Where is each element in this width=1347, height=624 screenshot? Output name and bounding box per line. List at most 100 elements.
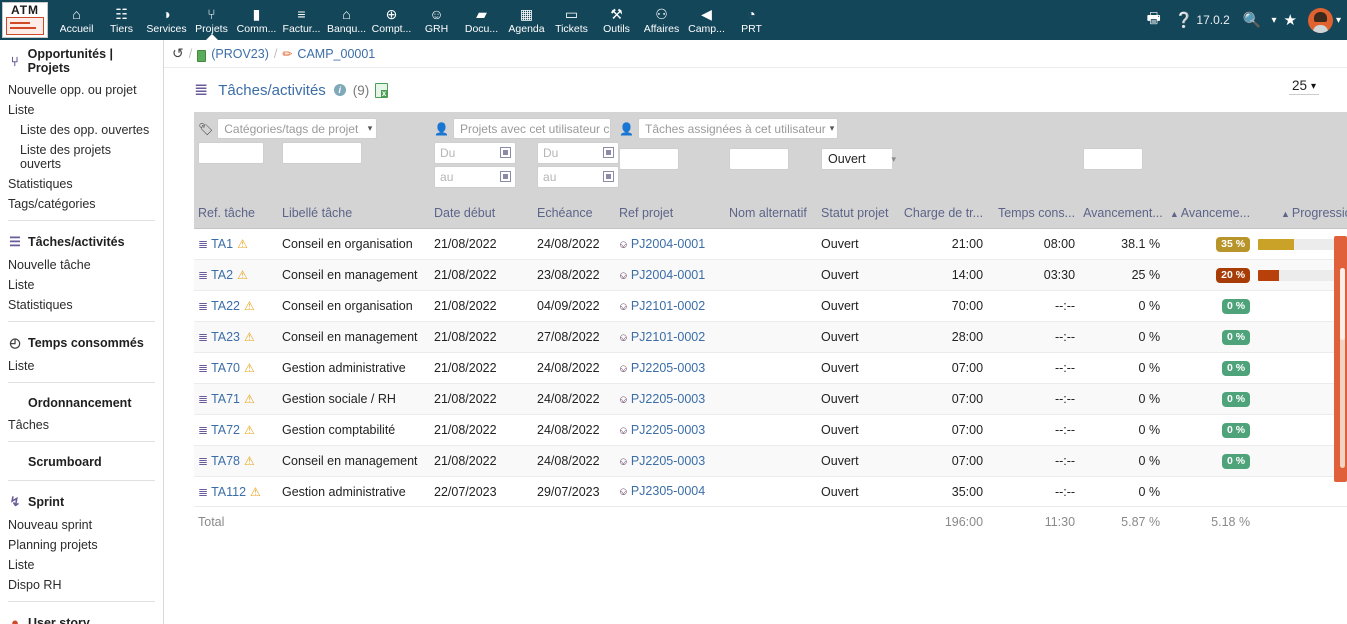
sidebar-section-sprint[interactable]: ↯ Sprint (0, 487, 163, 515)
tasks-table-container[interactable]: 🏷 Catégories/tags de projet ▾ 👤 Projets avec… (194, 112, 1347, 624)
column-header-statut[interactable]: Statut projet (817, 198, 893, 229)
filter-projects-user-select[interactable]: Projets avec cet utilisateur com...▾ (452, 118, 612, 139)
calendar-picker-icon[interactable] (603, 147, 615, 158)
sidebar-item-liste[interactable]: Liste (0, 356, 163, 376)
sidebar-section-tchesactivits[interactable]: ☰ Tâches/activités (0, 227, 163, 255)
column-header-charge[interactable]: Charge de tr... (892, 198, 988, 229)
project-ref-link[interactable]: PJ2101-0002 (631, 299, 705, 313)
task-ref-link[interactable]: TA1 (211, 237, 233, 251)
table-row[interactable]: ≣ TA1 ⚠ Conseil en organisation 21/08/2022 24… (194, 228, 1347, 260)
breadcrumb-item-prov[interactable]: (PROV23) (211, 47, 269, 61)
table-row[interactable]: ≣ TA72 ⚠ Gestion comptabilité 21/08/2022 24/0… (194, 414, 1347, 446)
filter-nom-alt-input[interactable] (729, 148, 790, 170)
project-ref-link[interactable]: PJ2101-0002 (631, 330, 705, 344)
column-header-nom_alt[interactable]: Nom alternatif (725, 198, 818, 229)
sidebar-item-liste[interactable]: Liste (0, 275, 163, 295)
nav-item-tiers[interactable]: ☷ Tiers (99, 0, 144, 40)
vertical-scrollbar[interactable] (1334, 236, 1347, 482)
column-header-progression[interactable]: ▲Progressio... (1254, 198, 1347, 229)
project-ref-link[interactable]: PJ2305-0004 (631, 484, 705, 498)
app-logo[interactable]: ATM (2, 2, 48, 38)
sidebar-item-liste[interactable]: Liste (0, 100, 163, 120)
history-icon[interactable]: ↺ (172, 45, 184, 62)
nav-item-agenda[interactable]: ▦ Agenda (504, 0, 549, 40)
task-ref-link[interactable]: TA112 (211, 485, 246, 499)
task-ref-link[interactable]: TA70 (211, 361, 240, 375)
column-header-temps[interactable]: Temps cons... (987, 198, 1080, 229)
task-ref-link[interactable]: TA71 (211, 392, 240, 406)
sidebar-section-userstory[interactable]: ● User story (0, 608, 163, 624)
warning-triangle-icon[interactable]: ⚠ (244, 330, 255, 344)
filter-date-debut-to[interactable]: au (434, 166, 517, 188)
warning-triangle-icon[interactable]: ⚠ (244, 423, 255, 437)
sidebar-item-statistiques[interactable]: Statistiques (0, 174, 163, 194)
filter-tasks-assigned-select[interactable]: Tâches assignées à cet utilisateur ▾ (637, 118, 838, 139)
sidebar-section-tempsconsomms[interactable]: ◴ Temps consommés (0, 328, 163, 356)
sidebar-section-ordonnancement[interactable]: Ordonnancement (0, 389, 163, 415)
column-header-libelle[interactable]: Libellé tâche (278, 198, 431, 229)
sidebar-item-nouvelleoppouprojet[interactable]: Nouvelle opp. ou projet (0, 80, 163, 100)
nav-item-prt[interactable]: ◔ PRT (729, 0, 774, 40)
warning-triangle-icon[interactable]: ⚠ (244, 299, 255, 313)
sidebar-item-liste[interactable]: Liste (0, 555, 163, 575)
task-ref-link[interactable]: TA23 (211, 330, 240, 344)
star-icon[interactable]: ★ (1277, 11, 1304, 29)
sidebar-section-opportunitsprojets[interactable]: ⑂ Opportunités | Projets (0, 40, 163, 80)
sidebar-item-nouveausprint[interactable]: Nouveau sprint (0, 515, 163, 535)
filter-libelle-input[interactable] (282, 142, 362, 164)
user-chevron-down-icon[interactable]: ▾ (1333, 15, 1341, 26)
calendar-picker-icon[interactable] (603, 171, 615, 182)
warning-triangle-icon[interactable]: ⚠ (244, 392, 255, 406)
page-size-select[interactable]: 25 ▾ (1288, 77, 1319, 95)
search-chevron-down-icon[interactable]: ▾ (1268, 15, 1276, 26)
breadcrumb-item-camp[interactable]: CAMP_00001 (297, 47, 375, 61)
filter-ref-projet-input[interactable] (619, 148, 680, 170)
sidebar-section-scrumboard[interactable]: Scrumboard (0, 448, 163, 474)
column-header-avancement2[interactable]: ▲ Avanceme... (1164, 198, 1255, 229)
avatar[interactable] (1307, 7, 1333, 33)
search-icon[interactable]: 🔍 (1236, 11, 1269, 29)
filter-date-debut-from[interactable]: Du (434, 142, 517, 164)
sidebar-item-planningprojets[interactable]: Planning projets (0, 535, 163, 555)
scrollbar-thumb[interactable] (1340, 268, 1345, 340)
column-header-echeance[interactable]: Echéance (533, 198, 616, 229)
warning-triangle-icon[interactable]: ⚠ (244, 361, 255, 375)
table-row[interactable]: ≣ TA23 ⚠ Conseil en management 21/08/2022 27/… (194, 321, 1347, 353)
project-ref-link[interactable]: PJ2205-0003 (631, 361, 705, 375)
table-row[interactable]: ≣ TA78 ⚠ Conseil en management 21/08/2022 24/… (194, 445, 1347, 477)
calendar-picker-icon[interactable] (500, 171, 512, 182)
nav-item-projets[interactable]: ⑂ Projets (189, 0, 234, 40)
nav-item-grh[interactable]: ☺ GRH (414, 0, 459, 40)
filter-categories-select[interactable]: Catégories/tags de projet ▾ (217, 118, 378, 139)
nav-item-compt[interactable]: ⊕ Compt... (369, 0, 414, 40)
sidebar-item-tches[interactable]: Tâches (0, 415, 163, 435)
printer-icon[interactable]: 🖶 (1140, 8, 1168, 33)
column-header-ref[interactable]: Ref. tâche (194, 198, 278, 229)
warning-triangle-icon[interactable]: ⚠ (244, 454, 255, 468)
filter-ref-input[interactable] (198, 142, 264, 164)
task-ref-link[interactable]: TA72 (211, 423, 240, 437)
sidebar-item-statistiques[interactable]: Statistiques (0, 295, 163, 315)
table-row[interactable]: ≣ TA2 ⚠ Conseil en management 21/08/2022 23/0… (194, 259, 1347, 291)
nav-item-factur[interactable]: ≡ Factur... (279, 0, 324, 40)
sidebar-item-disporh[interactable]: Dispo RH (0, 575, 163, 595)
nav-item-camp[interactable]: ◀ Camp... (684, 0, 729, 40)
warning-triangle-icon[interactable]: ⚠ (237, 237, 248, 251)
filter-echeance-from[interactable]: Du (537, 142, 620, 164)
excel-export-icon[interactable] (375, 82, 389, 98)
nav-item-accueil[interactable]: ⌂ Accueil (54, 0, 99, 40)
column-header-avancement[interactable]: Avancement... (1079, 198, 1165, 229)
column-header-ref_projet[interactable]: Ref projet (615, 198, 726, 229)
nav-item-banqu[interactable]: ⌂ Banqu... (324, 0, 369, 40)
project-ref-link[interactable]: PJ2004-0001 (631, 268, 705, 282)
warning-triangle-icon[interactable]: ⚠ (250, 485, 261, 499)
table-row[interactable]: ≣ TA70 ⚠ Gestion administrative 21/08/2022 24… (194, 352, 1347, 384)
nav-item-outils[interactable]: ⚒ Outils (594, 0, 639, 40)
nav-item-docu[interactable]: ▰ Docu... (459, 0, 504, 40)
table-row[interactable]: ≣ TA112 ⚠ Gestion administrative 22/07/2023 2… (194, 476, 1347, 507)
sidebar-item-listedesoppouvertes[interactable]: Liste des opp. ouvertes (0, 120, 163, 140)
filter-avancement-input[interactable] (1083, 148, 1144, 170)
warning-triangle-icon[interactable]: ⚠ (237, 268, 248, 282)
filter-echeance-to[interactable]: au (537, 166, 620, 188)
task-ref-link[interactable]: TA22 (211, 299, 240, 313)
